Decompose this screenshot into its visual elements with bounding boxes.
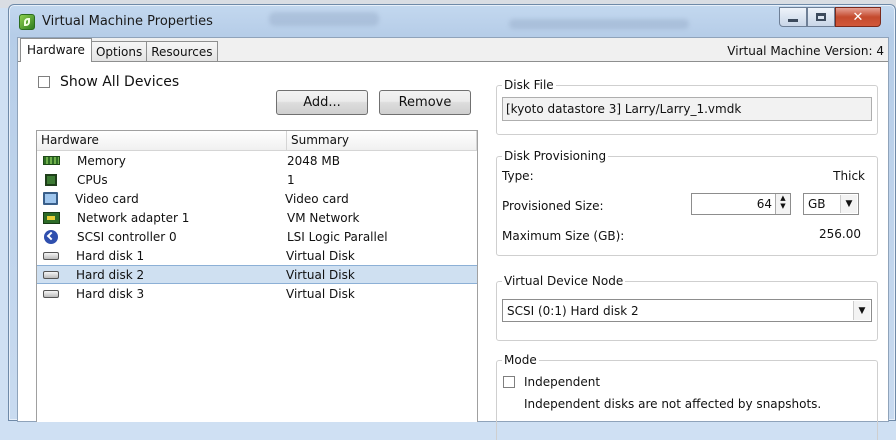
vm-properties-window: Virtual Machine Properties ✕ Hardware Op… (8, 4, 896, 440)
hardware-summary: Virtual Disk (286, 248, 355, 263)
tab-options[interactable]: Options (90, 41, 148, 62)
disk-provisioning-group: Disk Provisioning Type: Thick Provisione… (496, 149, 878, 256)
vm-version-label: Virtual Machine Version: 4 (727, 44, 884, 58)
spin-up-icon: ▲ (780, 194, 786, 202)
minimize-button[interactable] (779, 7, 807, 27)
video-card-icon (43, 192, 58, 205)
tab-strip: Hardware Options Resources (20, 38, 218, 62)
hardware-row[interactable]: CPUs 1 (37, 170, 477, 189)
hard-disk-icon (43, 270, 59, 279)
hardware-row[interactable]: Hard disk 1 Virtual Disk (37, 246, 477, 265)
hardware-name: CPUs (77, 172, 108, 187)
hardware-summary: Virtual Disk (286, 267, 355, 282)
hardware-summary: VM Network (287, 210, 360, 225)
column-header-summary[interactable]: Summary (287, 131, 477, 150)
independent-label: Independent (524, 375, 601, 389)
hardware-summary: Video card (285, 191, 349, 206)
maximize-icon (816, 13, 826, 21)
independent-checkbox[interactable]: Independent (503, 375, 600, 389)
minimize-icon (788, 18, 798, 22)
hardware-name: Network adapter 1 (77, 210, 190, 225)
hardware-row[interactable]: Video card Video card (37, 189, 477, 208)
virtual-device-node-group: Virtual Device Node SCSI (0:1) Hard disk… (496, 274, 878, 341)
column-header-hardware[interactable]: Hardware (37, 131, 287, 150)
remove-button[interactable]: Remove (379, 90, 471, 115)
hardware-name: SCSI controller 0 (77, 229, 177, 244)
hardware-list-header: Hardware Summary (37, 131, 477, 151)
size-unit-select[interactable]: GB ▼ (803, 193, 859, 215)
hardware-list: Hardware Summary Memory 2048 MB CPUs 1 V… (36, 130, 478, 422)
add-button[interactable]: Add... (276, 90, 368, 115)
hardware-summary: 1 (287, 172, 295, 187)
hardware-name: Memory (77, 153, 126, 168)
show-all-devices-checkbox[interactable]: Show All Devices (38, 74, 179, 90)
independent-note: Independent disks are not affected by sn… (524, 397, 822, 411)
cpu-icon (45, 173, 57, 186)
size-spinner[interactable]: ▲ ▼ (775, 194, 790, 214)
memory-icon (43, 156, 60, 165)
hardware-row[interactable]: SCSI controller 0 LSI Logic Parallel (37, 227, 477, 246)
chevron-down-icon: ▼ (853, 301, 870, 320)
hardware-summary: Virtual Disk (286, 286, 355, 301)
disk-file-path-field[interactable]: [kyoto datastore 3] Larry/Larry_1.vmdk (502, 97, 872, 121)
hardware-summary: 2048 MB (287, 153, 340, 168)
spin-down-icon: ▼ (780, 202, 786, 210)
provisioning-type-value: Thick (833, 169, 865, 183)
window-controls: ✕ (779, 7, 881, 27)
hardware-row[interactable]: Network adapter 1 VM Network (37, 208, 477, 227)
title-bar[interactable]: Virtual Machine Properties ✕ (9, 5, 895, 37)
hard-disk-icon (43, 289, 59, 298)
virtual-device-node-legend: Virtual Device Node (502, 274, 626, 288)
mode-group: Mode Independent Independent disks are n… (496, 353, 878, 440)
maximum-size-label: Maximum Size (GB): (502, 229, 625, 243)
hardware-row[interactable]: Memory 2048 MB (37, 151, 477, 170)
provisioned-size-label: Provisioned Size: (502, 199, 604, 213)
hardware-row-selected[interactable]: Hard disk 2 Virtual Disk (37, 265, 477, 284)
maximum-size-value: 256.00 (819, 227, 861, 241)
disk-provisioning-legend: Disk Provisioning (502, 149, 609, 163)
hardware-name: Video card (75, 191, 139, 206)
checkbox-box[interactable] (503, 376, 515, 388)
dialog-content: Hardware Options Resources Virtual Machi… (17, 37, 889, 440)
chevron-down-icon: ▼ (840, 195, 857, 213)
scsi-controller-icon (44, 229, 58, 244)
blurred-region (269, 12, 379, 26)
provisioned-size-input[interactable]: 64 ▲ ▼ (691, 193, 791, 215)
size-unit-value: GB (808, 197, 826, 211)
blurred-region (509, 19, 689, 29)
virtual-device-node-value: SCSI (0:1) Hard disk 2 (507, 303, 639, 318)
tab-resources[interactable]: Resources (146, 41, 218, 62)
vsphere-app-icon (19, 14, 35, 30)
provisioning-type-label: Type: (502, 169, 534, 183)
hard-disk-icon (43, 251, 59, 260)
mode-legend: Mode (502, 353, 539, 367)
show-all-devices-label: Show All Devices (60, 74, 180, 90)
hardware-name: Hard disk 2 (76, 267, 145, 282)
hardware-name: Hard disk 1 (76, 248, 145, 263)
checkbox-box[interactable] (38, 76, 50, 88)
hardware-row[interactable]: Hard disk 3 Virtual Disk (37, 284, 477, 303)
maximize-button[interactable] (807, 7, 835, 27)
network-adapter-icon (43, 211, 60, 224)
hardware-summary: LSI Logic Parallel (287, 229, 388, 244)
tab-hardware[interactable]: Hardware (20, 38, 92, 62)
provisioned-size-value: 64 (756, 197, 772, 211)
hardware-name: Hard disk 3 (76, 286, 145, 301)
window-title: Virtual Machine Properties (42, 14, 213, 29)
close-button[interactable]: ✕ (835, 7, 881, 27)
virtual-device-node-select[interactable]: SCSI (0:1) Hard disk 2 ▼ (502, 299, 872, 322)
disk-file-group: Disk File [kyoto datastore 3] Larry/Larr… (496, 78, 878, 135)
close-icon: ✕ (852, 9, 864, 25)
disk-file-legend: Disk File (502, 78, 556, 92)
